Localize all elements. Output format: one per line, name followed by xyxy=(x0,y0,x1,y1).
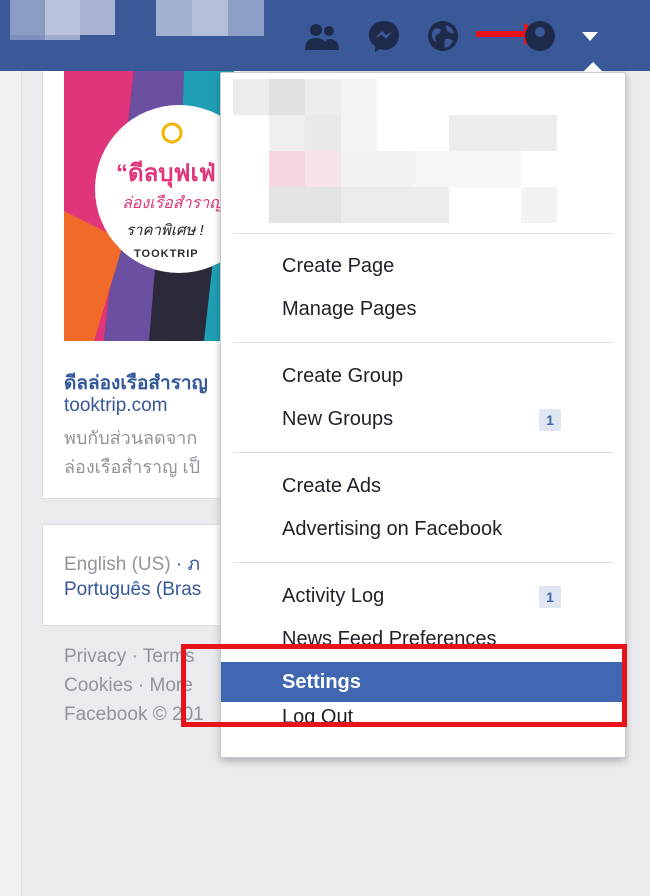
ad-description: พบกับส่วนลดจาก ล่องเรือสำราญ เป็ xyxy=(64,424,200,482)
ad-description-line: ล่องเรือสำราญ เป็ xyxy=(64,457,201,477)
friend-requests-icon[interactable] xyxy=(302,18,342,54)
menu-item-label: New Groups xyxy=(282,408,394,430)
menu-item-label: Activity Log xyxy=(282,585,385,607)
menu-item-log-out[interactable]: Log Out xyxy=(221,705,625,733)
menu-item-news-feed-preferences[interactable]: News Feed Preferences xyxy=(221,619,625,651)
menu-item-activity-log[interactable]: Activity Log 1 xyxy=(221,576,625,616)
blurred-profile-area xyxy=(233,79,605,229)
menu-separator xyxy=(233,562,613,563)
current-language: English (US) xyxy=(64,554,171,575)
menu-item-label: News Feed Preferences xyxy=(282,628,497,650)
ad-description-line: พบกับส่วนลดจาก xyxy=(64,428,198,448)
ad-domain: tooktrip.com xyxy=(64,395,168,416)
menu-item-label: Create Group xyxy=(282,365,404,387)
language-line: English (US) · ภ xyxy=(64,549,200,579)
menu-separator xyxy=(233,342,613,343)
account-menu-icon[interactable] xyxy=(520,18,560,54)
menu-item-label: Create Page xyxy=(282,255,395,277)
menu-item-manage-pages[interactable]: Manage Pages xyxy=(221,289,625,329)
menu-item-label: Log Out xyxy=(282,706,354,728)
notifications-globe-icon[interactable] xyxy=(423,18,463,54)
footer-copyright: Facebook © 201 xyxy=(64,704,204,725)
ad-image-subline: ล่องเรือสำราญ xyxy=(122,195,223,212)
menu-separator xyxy=(233,233,613,234)
chevron-down-icon[interactable] xyxy=(570,18,610,54)
ad-image-headline: “ดีลบุฟเฟ่ xyxy=(116,160,216,187)
menu-item-create-page[interactable]: Create Page xyxy=(221,246,625,286)
top-navigation-bar xyxy=(0,0,650,71)
notification-badge: 1 xyxy=(539,409,561,431)
menu-item-create-ads[interactable]: Create Ads xyxy=(221,466,625,506)
menu-item-label: Create Ads xyxy=(282,475,381,497)
footer-links[interactable]: Cookies · More xyxy=(64,675,193,697)
menu-separator xyxy=(233,452,613,453)
ad-image-subline: ราคาพิเศษ ! xyxy=(126,222,204,239)
menu-item-advertising[interactable]: Advertising on Facebook xyxy=(221,509,625,549)
left-sidebar-strip xyxy=(0,71,22,896)
blurred-region xyxy=(10,0,150,40)
account-dropdown-menu: Create Page Manage Pages Create Group Ne… xyxy=(220,72,626,758)
menu-item-label: Advertising on Facebook xyxy=(282,518,503,540)
menu-item-label: Manage Pages xyxy=(282,298,417,320)
blurred-region xyxy=(156,0,266,40)
menu-item-label: Settings xyxy=(282,671,361,693)
footer-links[interactable]: Privacy · Terms xyxy=(64,646,195,668)
language-link[interactable]: Português (Bras xyxy=(64,579,201,601)
menu-item-create-group[interactable]: Create Group xyxy=(221,356,625,396)
menu-item-settings[interactable]: Settings xyxy=(221,662,625,702)
notification-badge: 1 xyxy=(539,586,561,608)
messenger-icon[interactable] xyxy=(364,18,404,54)
language-link[interactable]: · ภ xyxy=(171,554,200,575)
ad-title-link[interactable]: ดีลล่องเรือสำราญ xyxy=(64,368,208,398)
ad-image[interactable]: “ดีลบุฟเฟ่ ล่องเรือสำราญ ราคาพิเศษ ! TOO… xyxy=(64,71,234,341)
ad-image-logo: TOOKTRIP xyxy=(134,248,199,260)
menu-item-new-groups[interactable]: New Groups 1 xyxy=(221,399,625,439)
